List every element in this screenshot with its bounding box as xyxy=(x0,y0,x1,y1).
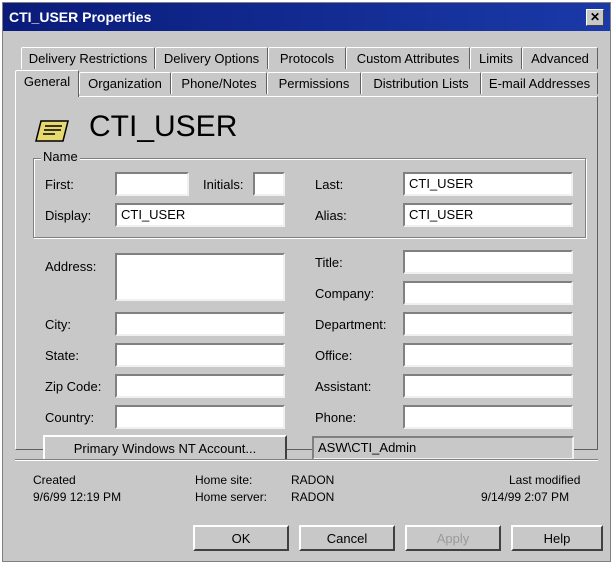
help-button[interactable]: Help xyxy=(511,525,603,551)
address-label: Address: xyxy=(45,259,97,274)
created-label: Created xyxy=(33,473,76,487)
nt-account-value: ASW\CTI_Admin xyxy=(312,436,574,460)
display-name-label: Display: xyxy=(45,208,92,223)
close-icon[interactable]: ✕ xyxy=(586,9,604,26)
tab-protocols[interactable]: Protocols xyxy=(268,47,346,69)
tab-email-addresses[interactable]: E-mail Addresses xyxy=(481,72,598,94)
phone-label: Phone: xyxy=(315,410,357,425)
window-title: CTI_USER Properties xyxy=(9,9,152,25)
office-label: Office: xyxy=(315,348,353,363)
assistant-field[interactable] xyxy=(403,374,573,398)
info-separator xyxy=(15,459,598,461)
home-site-label: Home site: xyxy=(195,473,253,487)
first-name-field[interactable] xyxy=(115,172,189,196)
alias-field[interactable]: CTI_USER xyxy=(403,203,573,227)
city-label: City: xyxy=(45,317,71,332)
assistant-label: Assistant: xyxy=(315,379,372,394)
title-bar[interactable]: CTI_USER Properties ✕ xyxy=(3,3,610,31)
first-name-label: First: xyxy=(45,177,74,192)
tab-distribution-lists[interactable]: Distribution Lists xyxy=(361,72,481,94)
company-label: Company: xyxy=(315,286,375,301)
last-name-field[interactable]: CTI_USER xyxy=(403,172,573,196)
properties-dialog: CTI_USER Properties ✕ Delivery Restricti… xyxy=(2,2,611,562)
zip-code-label: Zip Code: xyxy=(45,379,102,394)
address-field[interactable] xyxy=(115,253,285,301)
home-site-value: RADON xyxy=(291,473,335,487)
tab-delivery-restrictions[interactable]: Delivery Restrictions xyxy=(21,47,155,69)
zip-code-field[interactable] xyxy=(115,374,285,398)
country-label: Country: xyxy=(45,410,95,425)
state-field[interactable] xyxy=(115,343,285,367)
object-display-title: CTI_USER xyxy=(89,110,238,143)
country-field[interactable] xyxy=(115,405,285,429)
last-name-label: Last: xyxy=(315,177,344,192)
city-field[interactable] xyxy=(115,312,285,336)
tab-custom-attributes[interactable]: Custom Attributes xyxy=(346,47,470,69)
ok-button[interactable]: OK xyxy=(193,525,289,551)
cancel-button[interactable]: Cancel xyxy=(299,525,395,551)
phone-field[interactable] xyxy=(403,405,573,429)
last-modified-value: 9/14/99 2:07 PM xyxy=(481,490,570,504)
department-label: Department: xyxy=(315,317,387,332)
tab-permissions[interactable]: Permissions xyxy=(267,72,361,94)
state-label: State: xyxy=(45,348,79,363)
primary-nt-account-button[interactable]: Primary Windows NT Account... xyxy=(43,435,287,461)
company-field[interactable] xyxy=(403,281,573,305)
apply-button[interactable]: Apply xyxy=(405,525,501,551)
tab-general[interactable]: General xyxy=(15,70,79,97)
title-label: Title: xyxy=(315,255,343,270)
tab-organization[interactable]: Organization xyxy=(79,72,171,94)
home-server-value: RADON xyxy=(291,490,335,504)
department-field[interactable] xyxy=(403,312,573,336)
title-field[interactable] xyxy=(403,250,573,274)
tab-delivery-options[interactable]: Delivery Options xyxy=(155,47,268,69)
name-group-legend: Name xyxy=(41,149,80,164)
alias-label: Alias: xyxy=(315,208,347,223)
initials-label: Initials: xyxy=(203,177,244,192)
tab-limits[interactable]: Limits xyxy=(470,47,522,69)
display-name-field[interactable]: CTI_USER xyxy=(115,203,285,227)
last-modified-label: Last modified xyxy=(509,473,581,487)
tab-advanced[interactable]: Advanced xyxy=(522,47,598,69)
office-field[interactable] xyxy=(403,343,573,367)
initials-field[interactable] xyxy=(253,172,285,196)
home-server-label: Home server: xyxy=(195,490,268,504)
tab-phone-notes[interactable]: Phone/Notes xyxy=(171,72,267,94)
mailbox-card-icon xyxy=(35,120,69,142)
created-value: 9/6/99 12:19 PM xyxy=(33,490,122,504)
